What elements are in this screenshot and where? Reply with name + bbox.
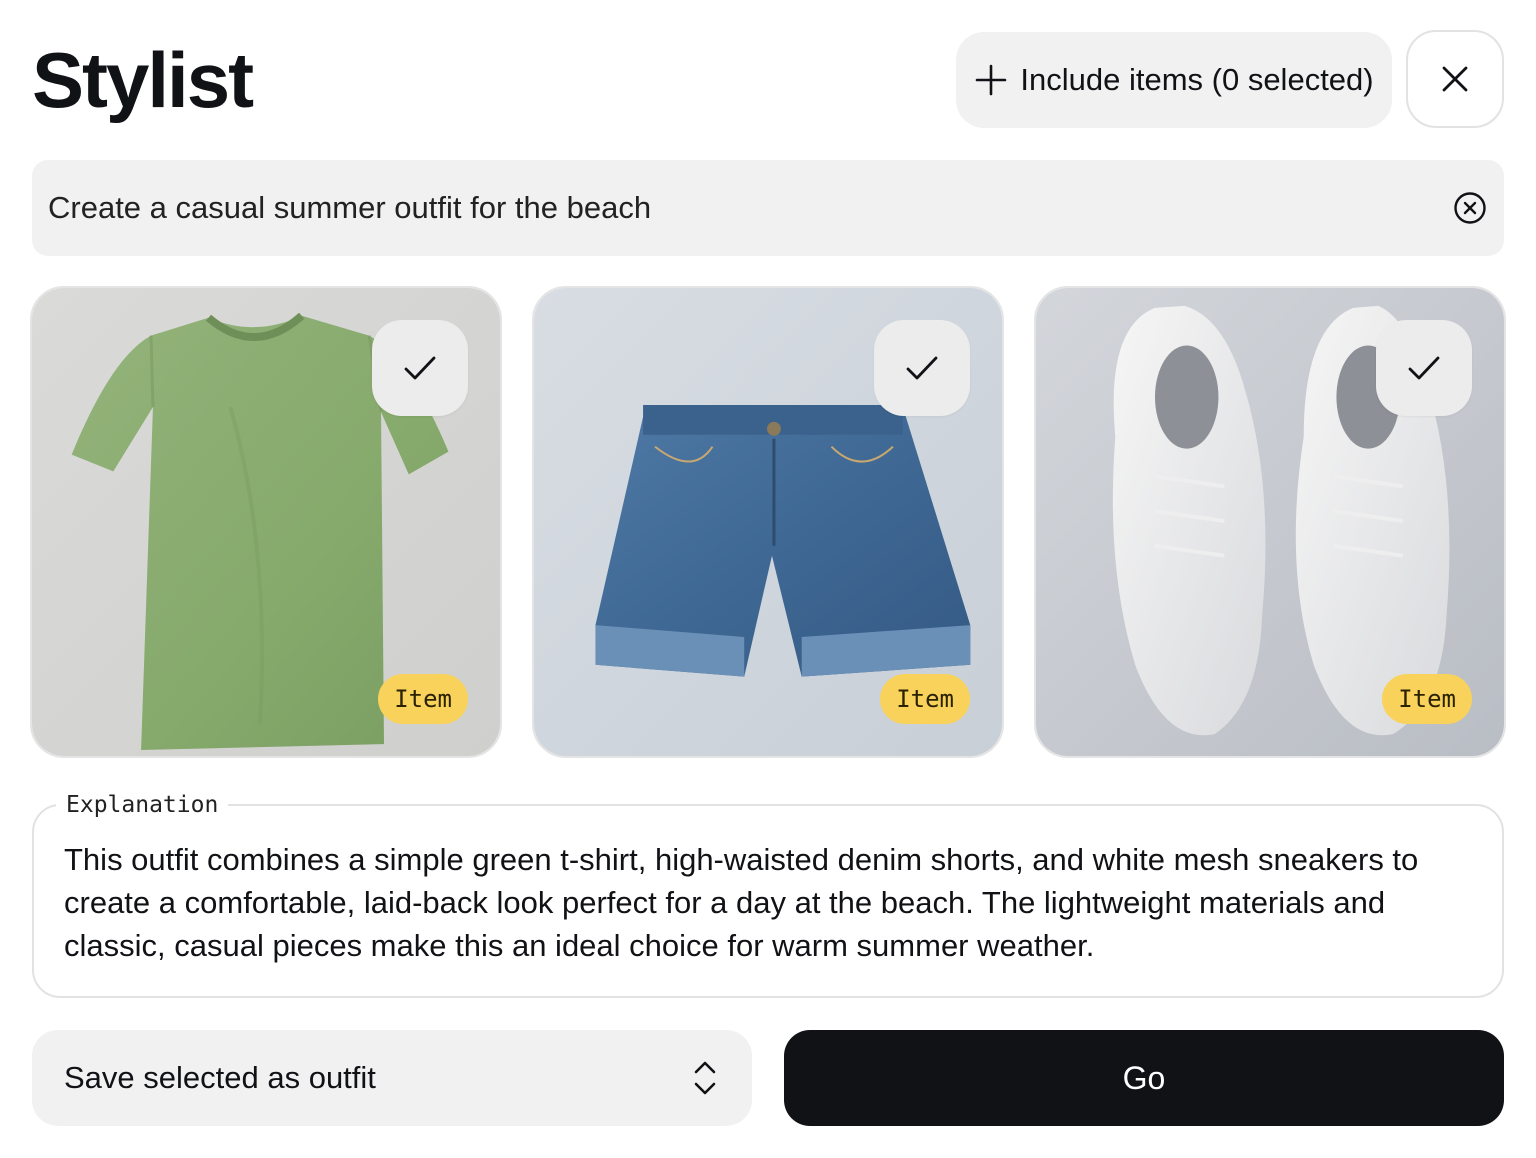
item-card-tshirt[interactable]: Item [30,286,502,758]
item-select-toggle[interactable] [1376,320,1472,416]
item-card-sneakers[interactable]: Item [1034,286,1506,758]
item-select-toggle[interactable] [372,320,468,416]
check-icon [1408,356,1440,380]
close-button[interactable] [1406,30,1504,128]
explanation-legend: Explanation [56,788,229,822]
explanation-text: This outfit combines a simple green t-sh… [64,842,1419,963]
item-select-toggle[interactable] [874,320,970,416]
item-badge: Item [1382,674,1472,724]
circle-x-icon [1454,192,1486,224]
page-title: Stylist [32,36,254,124]
close-icon [1442,66,1468,92]
stylist-panel: Stylist Include items (0 selected) Creat… [0,0,1536,1158]
clear-prompt-button[interactable] [1452,190,1488,226]
prompt-input[interactable]: Create a casual summer outfit for the be… [32,160,1504,256]
include-items-button[interactable]: Include items (0 selected) [956,32,1392,128]
save-outfit-select[interactable]: Save selected as outfit [32,1030,752,1126]
item-cards: Item Item Item [30,286,1506,758]
include-items-label: Include items (0 selected) [1020,62,1374,97]
item-badge: Item [378,674,468,724]
prompt-input-value[interactable]: Create a casual summer outfit for the be… [48,190,1452,226]
save-outfit-label: Save selected as outfit [64,1060,376,1095]
check-icon [404,356,436,380]
plus-icon [976,64,1007,96]
item-card-shorts[interactable]: Item [532,286,1004,758]
check-icon [906,356,938,380]
item-badge: Item [880,674,970,724]
chevron-up-down-icon [694,1061,716,1095]
go-button[interactable]: Go [784,1030,1504,1126]
explanation-box: Explanation This outfit combines a simpl… [32,788,1504,998]
